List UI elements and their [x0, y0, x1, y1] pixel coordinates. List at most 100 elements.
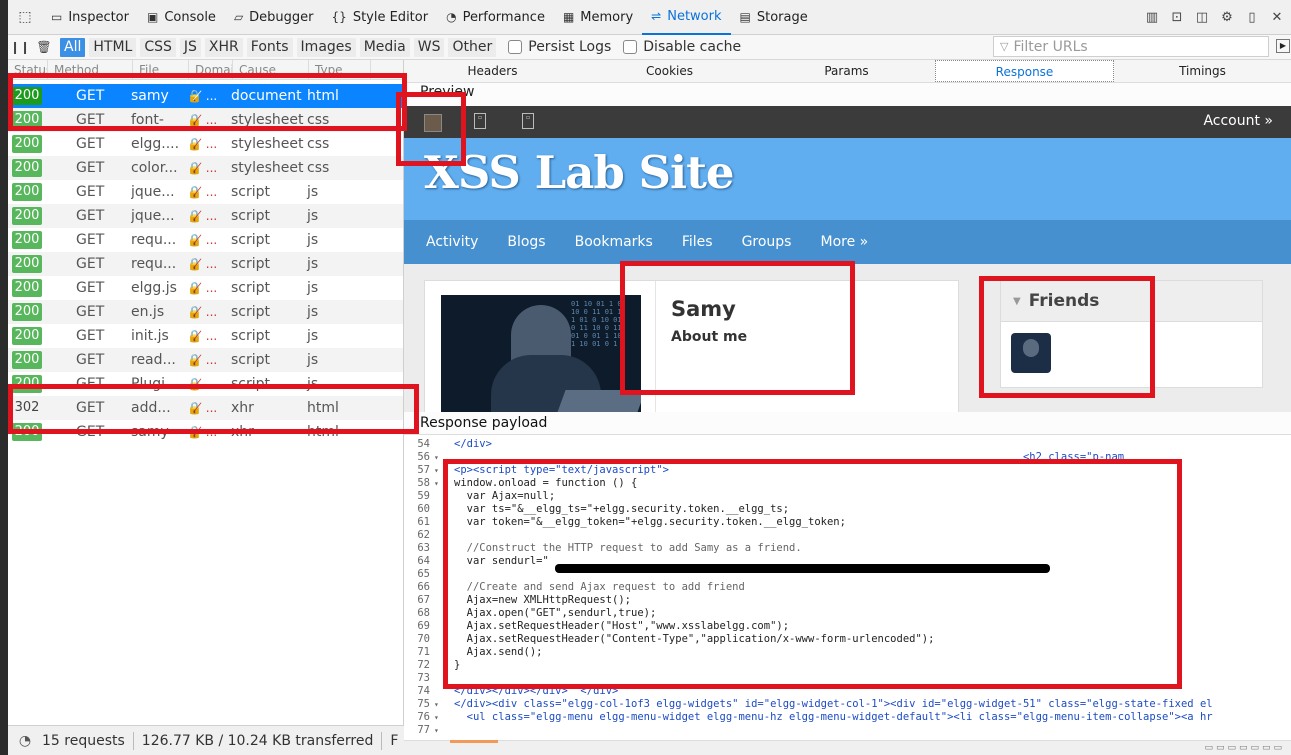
fold-arrow-icon[interactable]: ▾ — [434, 477, 439, 490]
filter-media-button[interactable]: Media — [359, 37, 410, 57]
request-row[interactable]: 200 GET init.js 🔒̸ ... script js — [8, 324, 403, 348]
fold-arrow-icon[interactable]: ▾ — [434, 724, 439, 737]
file-cell: jque... — [131, 208, 175, 224]
avatar-laptop — [556, 390, 641, 412]
collapse-triangle-icon[interactable]: ▼ — [1013, 296, 1021, 307]
tab-network[interactable]: ⇌ Network — [642, 0, 731, 35]
screenshot-icon[interactable]: ◫ — [1194, 10, 1210, 25]
type-cell: js — [307, 232, 319, 248]
tab-inspector[interactable]: ▭ Inspector — [42, 0, 138, 35]
detail-tab-headers[interactable]: Headers — [404, 60, 581, 82]
element-picker-icon[interactable]: ⬚ — [8, 0, 42, 35]
responsive-icon[interactable]: ⊡ — [1169, 10, 1185, 25]
detail-tab-params[interactable]: Params — [758, 60, 935, 82]
tab-style-editor[interactable]: {} Style Editor — [323, 0, 438, 35]
tab-memory[interactable]: ▦ Memory — [554, 0, 642, 35]
page-icon[interactable]: ▫ — [474, 113, 486, 129]
toggle-panel-icon[interactable]: ▶ — [1276, 39, 1290, 53]
elgg-logo-icon[interactable] — [424, 114, 442, 132]
persist-logs-checkbox[interactable]: Persist Logs — [508, 39, 611, 55]
close-icon[interactable]: ✕ — [1269, 10, 1285, 25]
site-nav-blogs[interactable]: Blogs — [507, 234, 545, 250]
site-nav-files[interactable]: Files — [682, 234, 713, 250]
site-title[interactable]: XSS Lab Site — [424, 146, 735, 199]
status-badge: 200 — [12, 351, 42, 369]
tab-storage[interactable]: ▤ Storage — [731, 0, 817, 35]
column-header-domain[interactable]: Domain — [189, 60, 233, 79]
persist-logs-box[interactable] — [508, 40, 523, 54]
request-row[interactable]: 302 GET add... 🔒̸ ... xhr html — [8, 396, 403, 420]
column-header-cause[interactable]: Cause — [233, 60, 309, 79]
filter-xhr-button[interactable]: XHR — [204, 37, 243, 57]
settings-gear-icon[interactable]: ⚙ — [1219, 10, 1235, 25]
site-nav-more[interactable]: More » — [820, 234, 868, 250]
request-row[interactable]: 200 GET samy 🔒̸ ... xhr html — [8, 420, 403, 444]
column-header-type[interactable]: Type — [309, 60, 371, 79]
fold-arrow-icon[interactable]: ▾ — [434, 711, 439, 724]
domain-insecure-icon: 🔒̸ ... — [187, 425, 218, 439]
clear-trash-icon[interactable]: 🗑 — [32, 40, 56, 54]
status-cell: 200 — [12, 207, 46, 225]
friend-avatar[interactable] — [1011, 333, 1051, 373]
filter-other-button[interactable]: Other — [448, 37, 497, 57]
detail-tab-timings[interactable]: Timings — [1114, 60, 1291, 82]
request-row[interactable]: 200 GET en.js 🔒̸ ... script js — [8, 300, 403, 324]
column-header-status[interactable]: Status — [8, 60, 48, 79]
request-row[interactable]: 200 GET Plugi... 🔒̸ ... script js — [8, 372, 403, 396]
split-console-icon[interactable]: ▯ — [1244, 10, 1260, 25]
pause-icon[interactable]: ❙❙ — [8, 40, 32, 54]
tab-console[interactable]: ▣ Console — [138, 0, 225, 35]
page-icon[interactable]: ▫ — [522, 113, 534, 129]
dock-icon[interactable]: ▥ — [1144, 10, 1160, 25]
request-row[interactable]: 200 GET jque... 🔒̸ ... script js — [8, 204, 403, 228]
disable-cache-checkbox[interactable]: Disable cache — [623, 39, 741, 55]
cause-cell: script — [231, 304, 271, 320]
request-row[interactable]: 200 GET jque... 🔒̸ ... script js — [8, 180, 403, 204]
request-row[interactable]: 200 GET elgg.... 🔒̸ ... stylesheet css — [8, 132, 403, 156]
response-payload-code: 54 </div> 56 ▾ <h2 class="p-nam 57 ▾ <p><scrip… — [404, 434, 1291, 740]
line-number: 69 — [417, 620, 430, 632]
filter-images-button[interactable]: Images — [296, 37, 356, 57]
tab-label: Console — [164, 9, 216, 25]
status-separator — [132, 731, 134, 750]
fold-arrow-icon[interactable]: ▾ — [434, 464, 439, 477]
disable-cache-box[interactable] — [623, 40, 638, 54]
filter-js-button[interactable]: JS — [179, 37, 201, 57]
filter-all-button[interactable]: All — [60, 37, 86, 57]
domain-insecure-icon: 🔒̸ ... — [187, 305, 218, 319]
filter-css-button[interactable]: CSS — [140, 37, 176, 57]
request-row[interactable]: 200 GET read... 🔒̸ ... script js — [8, 348, 403, 372]
site-nav-bookmarks[interactable]: Bookmarks — [575, 234, 653, 250]
file-cell: requ... — [131, 232, 177, 248]
detail-tab-cookies[interactable]: Cookies — [581, 60, 758, 82]
request-row[interactable]: 200 GET font- 🔒̸ ... stylesheet css — [8, 108, 403, 132]
type-filters: All HTML CSS JS XHR Fonts Images Media WS Other — [56, 37, 497, 57]
request-row[interactable]: 200 GET requ... 🔒̸ ... script js — [8, 228, 403, 252]
column-header-file[interactable]: File — [133, 60, 189, 79]
request-row[interactable]: 200 GET requ... 🔒̸ ... script js — [8, 252, 403, 276]
request-row[interactable]: 200 GET color... 🔒̸ ... stylesheet css — [8, 156, 403, 180]
filter-urls-input[interactable]: ▽ Filter URLs — [993, 36, 1269, 57]
filter-html-button[interactable]: HTML — [89, 37, 137, 57]
friends-header[interactable]: ▼ Friends — [1001, 281, 1262, 322]
fold-arrow-icon[interactable]: ▾ — [434, 451, 439, 464]
filter-ws-button[interactable]: WS — [413, 37, 445, 57]
request-row[interactable]: 200 GET samy 🔒̸ ... document html — [8, 84, 403, 108]
horizontal-scroll-thumb[interactable] — [450, 740, 498, 743]
fold-arrow-icon[interactable]: ▾ — [434, 698, 439, 711]
detail-tab-response[interactable]: Response — [935, 60, 1114, 82]
tab-performance[interactable]: ◔ Performance — [437, 0, 554, 35]
site-nav-activity[interactable]: Activity — [426, 234, 478, 250]
status-badge: 200 — [12, 135, 42, 153]
account-menu[interactable]: Account » — [1203, 113, 1273, 129]
site-nav-groups[interactable]: Groups — [742, 234, 792, 250]
filter-fonts-button[interactable]: Fonts — [246, 37, 293, 57]
tab-debugger[interactable]: ▱ Debugger — [225, 0, 323, 35]
avatar-code-pattern: 01 10 01 1 0 10 0 11 01 1 1 01 0 10 01 0… — [571, 300, 622, 348]
code-text: window.onload = function () { — [454, 477, 638, 489]
method-cell: GET — [76, 256, 105, 272]
column-header-method[interactable]: Method — [48, 60, 133, 79]
type-cell: js — [307, 208, 319, 224]
request-row[interactable]: 200 GET elgg.js 🔒̸ ... script js — [8, 276, 403, 300]
performance-analysis-icon[interactable]: ◔ — [8, 733, 42, 749]
